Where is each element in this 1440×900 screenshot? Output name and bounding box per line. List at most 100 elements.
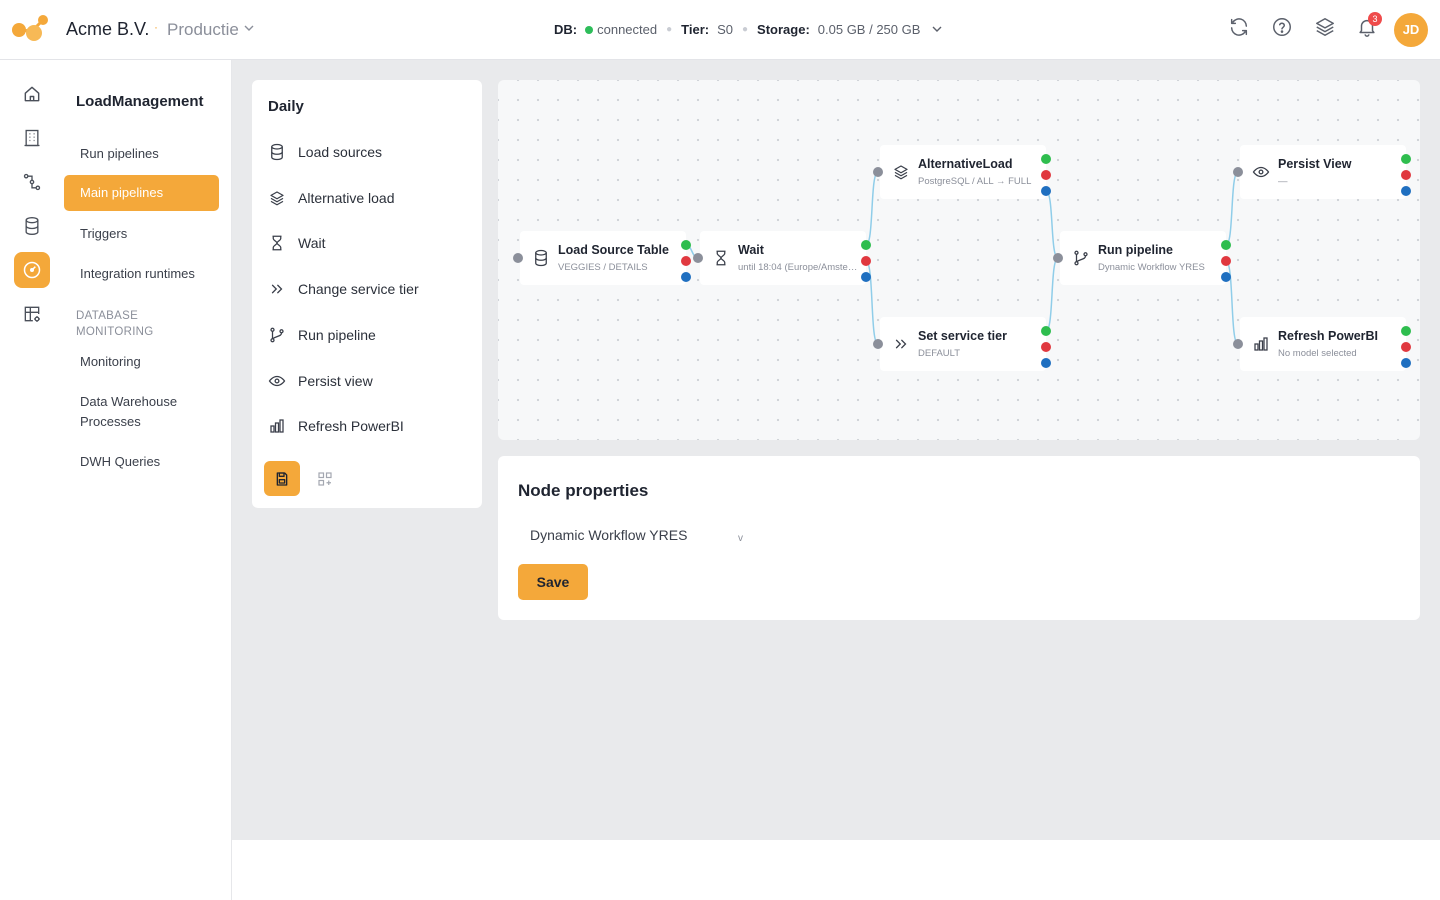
nav-run-pipelines[interactable]: Run pipelines bbox=[64, 144, 219, 164]
nav-triggers[interactable]: Triggers bbox=[64, 224, 219, 244]
palette-item-refresh-powerbi[interactable]: Refresh PowerBI bbox=[268, 414, 468, 438]
rail-table-settings[interactable] bbox=[14, 296, 50, 332]
node-title: Run pipeline bbox=[1098, 243, 1173, 257]
input-port[interactable] bbox=[1233, 167, 1243, 177]
completion-output-port[interactable] bbox=[1401, 358, 1411, 368]
failure-output-port[interactable] bbox=[1221, 256, 1231, 266]
node-title: Wait bbox=[738, 243, 764, 257]
db-status-bar: DB: connected ● Tier: S0 ● Storage: 0.05… bbox=[554, 22, 942, 37]
node-persist-view[interactable]: Persist View — bbox=[1240, 145, 1406, 199]
tier-label: Tier: bbox=[681, 22, 710, 37]
layers-icon bbox=[894, 165, 908, 180]
failure-output-port[interactable] bbox=[1041, 342, 1051, 352]
wire-wait-alt bbox=[865, 171, 879, 246]
input-port[interactable] bbox=[513, 253, 523, 263]
success-output-port[interactable] bbox=[1221, 240, 1231, 250]
connected-status-dot bbox=[585, 25, 594, 34]
failure-output-port[interactable] bbox=[1401, 170, 1411, 180]
success-output-port[interactable] bbox=[861, 240, 871, 250]
node-run-pipeline[interactable]: Run pipeline Dynamic Workflow YRES bbox=[1060, 231, 1226, 285]
palette-item-label: Change service tier bbox=[298, 281, 419, 297]
top-bar: Acme B.V. · Productie DB: connected ● Ti… bbox=[0, 0, 1440, 60]
save-pipeline-button[interactable] bbox=[264, 461, 300, 496]
notification-badge: 3 bbox=[1368, 12, 1382, 26]
completion-output-port[interactable] bbox=[861, 272, 871, 282]
chevron-down-icon[interactable] bbox=[244, 25, 254, 32]
success-output-port[interactable] bbox=[1041, 326, 1051, 336]
nav-main-pipelines[interactable]: Main pipelines bbox=[64, 175, 219, 211]
hourglass-icon bbox=[716, 250, 726, 266]
success-output-port[interactable] bbox=[681, 240, 691, 250]
user-avatar[interactable]: JD bbox=[1394, 13, 1428, 47]
eye-icon bbox=[268, 375, 286, 387]
failure-output-port[interactable] bbox=[681, 256, 691, 266]
rail-pipelines[interactable] bbox=[14, 164, 50, 200]
node-load-source-table[interactable]: Load Source Table VEGGIES / DETAILS bbox=[520, 231, 686, 285]
rail-buildings[interactable] bbox=[14, 120, 50, 156]
node-alternative-load[interactable]: AlternativeLoad PostgreSQL / ALL → FULL bbox=[880, 145, 1046, 199]
building-icon bbox=[24, 129, 40, 147]
node-set-service-tier[interactable]: Set service tier DEFAULT bbox=[880, 317, 1046, 371]
pipeline-canvas[interactable]: Load Source Table VEGGIES / DETAILS Wait… bbox=[498, 80, 1420, 440]
company-logo-icon bbox=[12, 15, 48, 41]
status-separator: ● bbox=[666, 24, 673, 35]
chevron-down-icon[interactable] bbox=[932, 26, 942, 33]
completion-output-port[interactable] bbox=[1221, 272, 1231, 282]
input-port[interactable] bbox=[873, 339, 883, 349]
git-branch-icon bbox=[1074, 250, 1088, 266]
input-port[interactable] bbox=[873, 167, 883, 177]
git-branch-icon bbox=[270, 327, 284, 343]
success-output-port[interactable] bbox=[1041, 154, 1051, 164]
input-port[interactable] bbox=[693, 253, 703, 263]
completion-output-port[interactable] bbox=[1041, 186, 1051, 196]
palette-item-label: Persist view bbox=[298, 373, 373, 389]
wire-tier-run bbox=[1045, 257, 1059, 332]
nav-data-warehouse-processes[interactable]: Data Warehouse Processes bbox=[64, 392, 194, 432]
failure-output-port[interactable] bbox=[861, 256, 871, 266]
rail-home[interactable] bbox=[14, 76, 50, 112]
palette-item-label: Refresh PowerBI bbox=[298, 418, 404, 434]
help-icon[interactable] bbox=[1271, 16, 1293, 38]
node-subtitle: PostgreSQL / ALL → FULL bbox=[918, 176, 1032, 187]
node-subtitle: VEGGIES / DETAILS bbox=[558, 262, 648, 273]
storage-label: Storage: bbox=[757, 22, 810, 37]
nav-monitoring[interactable]: Monitoring bbox=[64, 352, 219, 372]
pipeline-select[interactable]: Dynamic Workflow YRES bbox=[518, 522, 748, 548]
palette-item-persist-view[interactable]: Persist view bbox=[268, 369, 468, 393]
success-output-port[interactable] bbox=[1401, 326, 1411, 336]
rail-load-management[interactable] bbox=[14, 252, 50, 288]
completion-output-port[interactable] bbox=[1041, 358, 1051, 368]
save-button[interactable]: Save bbox=[518, 564, 588, 600]
node-wait[interactable]: Wait until 18:04 (Europe/Amsterdam) bbox=[700, 231, 866, 285]
nav-integration-runtimes[interactable]: Integration runtimes bbox=[64, 264, 219, 284]
node-title: Persist View bbox=[1278, 157, 1352, 171]
palette-item-run-pipeline[interactable]: Run pipeline bbox=[268, 323, 468, 347]
layers-icon[interactable] bbox=[1314, 16, 1336, 38]
rail-database[interactable] bbox=[14, 208, 50, 244]
palette-item-change-service-tier[interactable]: Change service tier bbox=[268, 277, 468, 301]
palette-item-load-sources[interactable]: Load sources bbox=[268, 140, 468, 164]
chevron-down-icon[interactable]: v bbox=[738, 533, 743, 544]
palette-title: Daily bbox=[268, 98, 304, 115]
completion-output-port[interactable] bbox=[681, 272, 691, 282]
completion-output-port[interactable] bbox=[1401, 186, 1411, 196]
gauge-icon bbox=[23, 261, 41, 279]
hourglass-icon bbox=[272, 235, 282, 251]
footer-area bbox=[232, 840, 1440, 900]
refresh-icon[interactable] bbox=[1228, 16, 1250, 38]
node-refresh-powerbi[interactable]: Refresh PowerBI No model selected bbox=[1240, 317, 1406, 371]
bar-chart-icon bbox=[1254, 337, 1268, 351]
success-output-port[interactable] bbox=[1401, 154, 1411, 164]
status-separator: ● bbox=[742, 24, 749, 35]
pipeline-graph-icon bbox=[23, 173, 41, 191]
nav-dwh-queries[interactable]: DWH Queries bbox=[64, 452, 219, 472]
palette-item-wait[interactable]: Wait bbox=[268, 231, 468, 255]
failure-output-port[interactable] bbox=[1401, 342, 1411, 352]
input-port[interactable] bbox=[1233, 339, 1243, 349]
input-port[interactable] bbox=[1053, 253, 1063, 263]
environment-selector[interactable]: Productie bbox=[167, 20, 239, 40]
palette-item-alternative-load[interactable]: Alternative load bbox=[268, 186, 468, 210]
grid-add-icon[interactable] bbox=[316, 470, 334, 488]
node-title: AlternativeLoad bbox=[918, 157, 1013, 171]
failure-output-port[interactable] bbox=[1041, 170, 1051, 180]
